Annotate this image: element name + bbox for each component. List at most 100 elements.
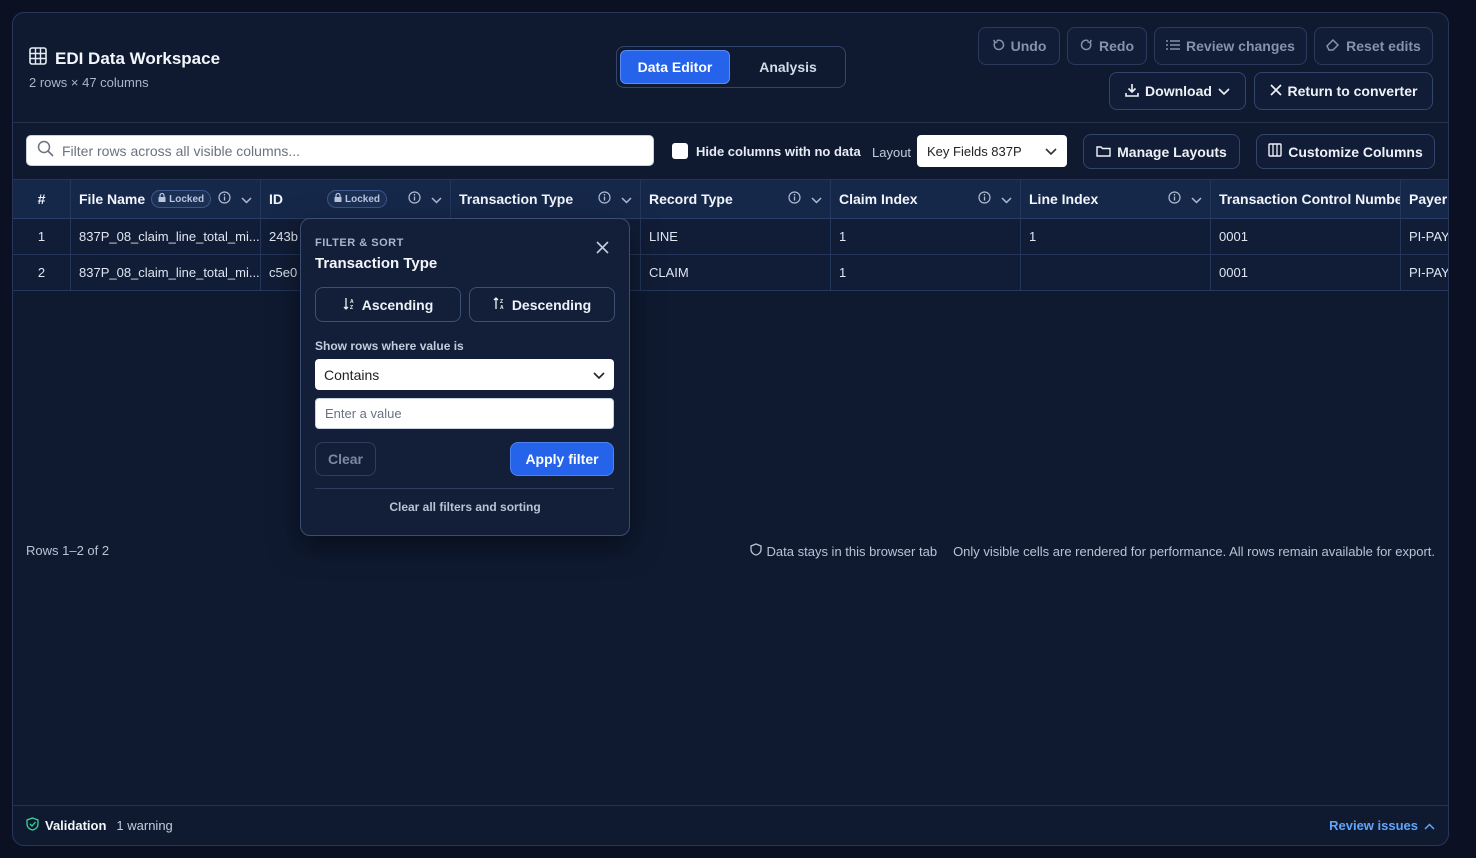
payer-cell[interactable]: PI-PAYI [1401, 255, 1448, 290]
filter-value-input[interactable] [315, 398, 614, 429]
column-label: Claim Index [839, 191, 918, 207]
column-controls [408, 180, 442, 218]
column-header-transaction-type[interactable]: Transaction Type [451, 180, 641, 218]
folder-icon [1096, 144, 1111, 160]
claim-index-cell[interactable]: 1 [831, 219, 1021, 254]
locked-label: Locked [345, 193, 381, 205]
file-name-cell[interactable]: 837P_08_claim_line_total_mi... [71, 219, 261, 254]
data-grid: # File Name Locked ID Locked Transaction… [13, 179, 1448, 291]
redo-button[interactable]: Redo [1067, 27, 1147, 65]
download-button[interactable]: Download [1109, 72, 1246, 110]
validation-bar: Validation 1 warning Review issues [13, 805, 1448, 845]
undo-icon [992, 38, 1005, 54]
info-icon[interactable] [788, 191, 801, 207]
popover-eyebrow: FILTER & SORT [315, 237, 404, 249]
chevron-down-icon [1218, 83, 1230, 99]
chevron-down-icon[interactable] [621, 191, 632, 207]
line-index-cell[interactable] [1021, 255, 1211, 290]
layout-value: Key Fields 837P [927, 143, 1022, 159]
search-input[interactable] [62, 142, 622, 159]
shield-icon [749, 543, 762, 559]
column-label: ID [269, 191, 283, 207]
info-icon[interactable] [978, 191, 991, 207]
column-header-file-name[interactable]: File Name Locked [71, 180, 261, 218]
apply-filter-button[interactable]: Apply filter [510, 442, 614, 476]
column-controls [1168, 180, 1202, 218]
sort-descending-button[interactable]: ZA Descending [469, 287, 615, 322]
column-label: Payer I [1409, 191, 1448, 207]
column-header-payer[interactable]: Payer I [1401, 180, 1448, 218]
transaction-control-number-cell[interactable]: 0001 [1211, 255, 1401, 290]
return-to-converter-button[interactable]: Return to converter [1254, 72, 1433, 110]
descending-label: Descending [511, 296, 592, 313]
hide-empty-checkbox[interactable] [672, 143, 688, 159]
manage-layouts-button[interactable]: Manage Layouts [1083, 134, 1240, 169]
transaction-control-number-cell[interactable]: 0001 [1211, 219, 1401, 254]
chevron-up-icon [1424, 818, 1435, 833]
chevron-down-icon [593, 367, 605, 383]
reset-edits-button[interactable]: Reset edits [1314, 27, 1433, 65]
undo-button[interactable]: Undo [978, 27, 1060, 65]
row-number-cell: 1 [13, 219, 71, 254]
column-header-record-type[interactable]: Record Type [641, 180, 831, 218]
chevron-down-icon[interactable] [1001, 191, 1012, 207]
lock-icon [334, 192, 342, 205]
payer-cell[interactable]: PI-PAYI [1401, 219, 1448, 254]
column-label: Transaction Control Number [1219, 191, 1401, 207]
close-icon [1269, 83, 1282, 99]
column-header-line-index[interactable]: Line Index [1021, 180, 1211, 218]
chevron-down-icon[interactable] [1191, 191, 1202, 207]
app-window: EDI Data Workspace 2 rows × 47 columns D… [12, 12, 1449, 846]
review-issues-link[interactable]: Review issues [1329, 818, 1435, 833]
tab-data-editor[interactable]: Data Editor [620, 50, 730, 84]
list-icon [1166, 38, 1181, 54]
column-header-claim-index[interactable]: Claim Index [831, 180, 1021, 218]
sort-ascending-button[interactable]: AZ Ascending [315, 287, 461, 322]
record-type-cell[interactable]: CLAIM [641, 255, 831, 290]
customize-columns-button[interactable]: Customize Columns [1256, 134, 1435, 169]
download-label: Download [1145, 83, 1212, 99]
condition-select[interactable]: Contains [315, 359, 614, 390]
chevron-down-icon[interactable] [811, 191, 822, 207]
svg-text:Z: Z [350, 305, 353, 310]
claim-index-cell[interactable]: 1 [831, 255, 1021, 290]
search-box [26, 135, 654, 166]
layout-select[interactable]: Key Fields 837P [917, 135, 1067, 167]
record-type-cell[interactable]: LINE [641, 219, 831, 254]
column-label: File Name [79, 191, 146, 207]
privacy-note: Data stays in this browser tab [749, 543, 937, 559]
review-changes-button[interactable]: Review changes [1154, 27, 1307, 65]
column-header-transaction-control-number[interactable]: Transaction Control Number [1211, 180, 1401, 218]
column-label: Line Index [1029, 191, 1099, 207]
divider [315, 488, 614, 489]
condition-label: Show rows where value is [315, 339, 464, 353]
info-icon[interactable] [408, 191, 421, 207]
info-icon[interactable] [598, 191, 611, 207]
chevron-down-icon[interactable] [241, 191, 252, 207]
clear-all-filters-link[interactable]: Clear all filters and sorting [301, 500, 629, 514]
download-icon [1125, 83, 1139, 100]
warning-count: 1 warning [116, 818, 173, 833]
table-header: # File Name Locked ID Locked Transaction… [13, 179, 1448, 219]
table-row[interactable]: 2 837P_08_claim_line_total_mi... c5e0 CL… [13, 255, 1448, 291]
performance-note: Only visible cells are rendered for perf… [953, 543, 1435, 559]
table-row[interactable]: 1 837P_08_claim_line_total_mi... 243b LI… [13, 219, 1448, 255]
sort-ascending-icon: AZ [343, 297, 356, 313]
dataset-size: 2 rows × 47 columns [29, 75, 149, 90]
column-label: Record Type [649, 191, 733, 207]
locked-badge: Locked [151, 190, 212, 208]
tab-analysis[interactable]: Analysis [734, 50, 842, 84]
clear-filter-button[interactable]: Clear [315, 442, 376, 476]
chevron-down-icon[interactable] [431, 191, 442, 207]
info-icon[interactable] [1168, 191, 1181, 207]
lock-icon [158, 192, 166, 205]
info-icon[interactable] [218, 191, 231, 207]
chevron-down-icon [1045, 144, 1057, 159]
redo-icon [1080, 38, 1093, 54]
column-controls [788, 180, 822, 218]
header: EDI Data Workspace 2 rows × 47 columns D… [13, 13, 1448, 123]
file-name-cell[interactable]: 837P_08_claim_line_total_mi... [71, 255, 261, 290]
column-header-id[interactable]: ID Locked [261, 180, 451, 218]
close-icon[interactable] [596, 241, 609, 259]
line-index-cell[interactable]: 1 [1021, 219, 1211, 254]
